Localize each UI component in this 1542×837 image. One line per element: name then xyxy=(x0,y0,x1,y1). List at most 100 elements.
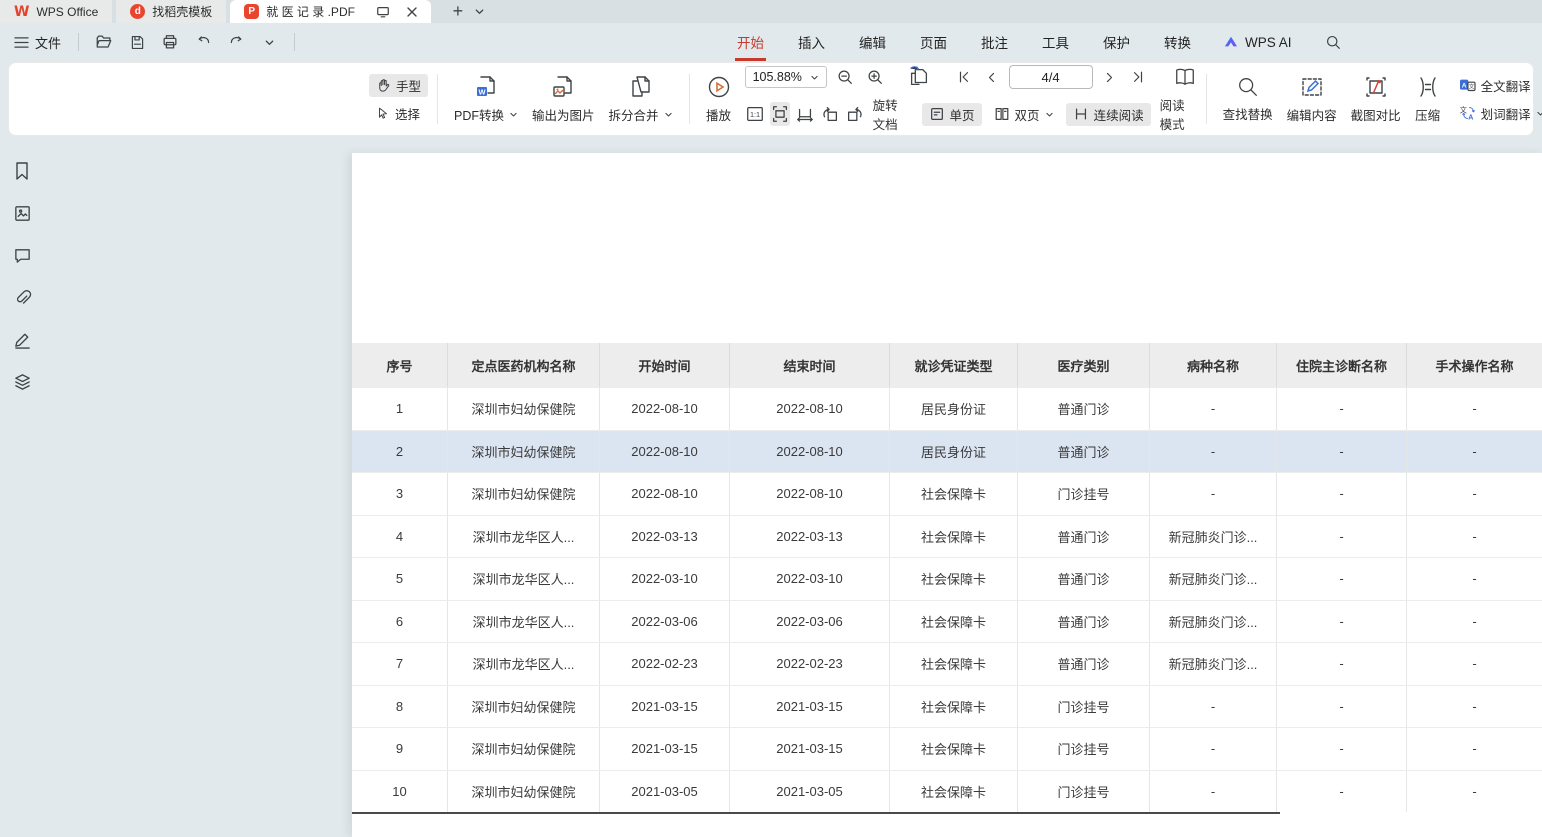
previous-page-button[interactable] xyxy=(981,66,1003,88)
signature-icon[interactable] xyxy=(11,328,33,350)
save-button[interactable] xyxy=(125,30,149,54)
zoom-out-button[interactable] xyxy=(833,65,857,89)
tab-wps-office[interactable]: W WPS Office xyxy=(0,0,112,23)
table-cell: 普通门诊 xyxy=(1018,516,1150,558)
table-cell: 4 xyxy=(352,516,448,558)
table-row: 4深圳市龙华区人...2022-03-132022-03-13社会保障卡普通门诊… xyxy=(352,515,1542,558)
zoom-in-button[interactable] xyxy=(863,65,887,89)
redo-button[interactable] xyxy=(224,30,248,54)
double-page-icon xyxy=(994,106,1010,122)
table-cell: 深圳市妇幼保健院 xyxy=(448,388,600,430)
table-cell: - xyxy=(1407,516,1542,558)
page-number-input[interactable] xyxy=(1009,65,1093,89)
open-folder-button[interactable] xyxy=(92,30,116,54)
cursor-icon xyxy=(376,106,390,120)
read-mode-button[interactable]: 阅读模式 xyxy=(1156,95,1197,133)
table-cell: - xyxy=(1407,771,1542,813)
table-cell: 深圳市龙华区人... xyxy=(448,643,600,685)
first-page-button[interactable] xyxy=(953,66,975,88)
quick-access-chevron-icon[interactable] xyxy=(257,30,281,54)
table-header-cell: 定点医药机构名称 xyxy=(448,343,600,387)
wps-ai-button[interactable]: WPS AI xyxy=(1223,35,1292,50)
single-page-icon xyxy=(929,106,945,122)
single-page-button[interactable]: 单页 xyxy=(922,103,982,126)
table-cell: 8 xyxy=(352,686,448,728)
find-replace-button[interactable]: 查找替换 xyxy=(1216,67,1280,131)
medical-records-table: 序号定点医药机构名称开始时间结束时间就诊凭证类型医疗类别病种名称住院主诊断名称手… xyxy=(352,343,1542,812)
screenshot-compare-button[interactable]: 截图对比 xyxy=(1344,67,1408,131)
file-menu-button[interactable]: 文件 xyxy=(10,30,65,55)
edit-content-button[interactable]: 编辑内容 xyxy=(1280,67,1344,131)
table-cell: - xyxy=(1407,388,1542,430)
rotate-document-icon[interactable] xyxy=(907,65,931,89)
tab-docer[interactable]: d 找稻壳模板 xyxy=(116,0,226,23)
menu-tab-protect[interactable]: 保护 xyxy=(1101,26,1132,58)
chevron-down-icon xyxy=(1536,109,1542,118)
pdf-convert-button[interactable]: W PDF转换 xyxy=(447,67,525,131)
hand-tool-button[interactable]: 手型 xyxy=(369,74,428,97)
new-tab-button[interactable]: + xyxy=(447,0,469,22)
actual-size-button[interactable]: 1:1 xyxy=(745,102,765,126)
table-cell: 2021-03-15 xyxy=(730,728,890,770)
menu-tab-comment[interactable]: 批注 xyxy=(979,26,1010,58)
table-cell: 深圳市龙华区人... xyxy=(448,558,600,600)
window-tab-bar: W WPS Office d 找稻壳模板 P 就 医 记 录 .PDF + xyxy=(0,0,1542,23)
comment-icon[interactable] xyxy=(11,244,33,266)
tab-document[interactable]: P 就 医 记 录 .PDF xyxy=(230,0,431,23)
menu-tab-page[interactable]: 页面 xyxy=(918,26,949,58)
select-tool-button[interactable]: 选择 xyxy=(369,102,428,125)
table-cell: - xyxy=(1277,601,1407,643)
tab-list-chevron-icon[interactable] xyxy=(469,0,491,22)
table-cell: - xyxy=(1277,388,1407,430)
hamburger-icon xyxy=(14,36,29,49)
undo-button[interactable] xyxy=(191,30,215,54)
menu-tab-edit[interactable]: 编辑 xyxy=(857,26,888,58)
table-cell: 9 xyxy=(352,728,448,770)
menu-tab-tools[interactable]: 工具 xyxy=(1040,26,1071,58)
rotate-right-button[interactable] xyxy=(845,102,865,126)
play-button[interactable]: 播放 xyxy=(699,67,739,131)
zoom-level-select[interactable]: 105.88% xyxy=(745,66,827,88)
rotate-document-button[interactable]: 旋转文档 xyxy=(870,95,909,133)
split-merge-button[interactable]: 拆分合并 xyxy=(602,67,680,131)
table-cell: 社会保障卡 xyxy=(890,771,1018,813)
fit-width-button[interactable] xyxy=(770,102,790,126)
search-icon[interactable] xyxy=(1322,30,1346,54)
read-mode-icon[interactable] xyxy=(1173,65,1197,89)
chevron-down-icon xyxy=(509,110,518,119)
table-row: 10深圳市妇幼保健院2021-03-052021-03-05社会保障卡门诊挂号-… xyxy=(352,770,1542,813)
close-tab-icon[interactable] xyxy=(401,1,423,23)
continuous-reading-icon xyxy=(1073,106,1089,122)
table-cell: 3 xyxy=(352,473,448,515)
table-cell: 普通门诊 xyxy=(1018,388,1150,430)
thumbnail-icon[interactable] xyxy=(11,202,33,224)
fit-page-button[interactable] xyxy=(795,102,815,126)
double-page-button[interactable]: 双页 xyxy=(987,103,1061,126)
table-cell: 普通门诊 xyxy=(1018,643,1150,685)
layers-icon[interactable] xyxy=(11,370,33,392)
next-page-button[interactable] xyxy=(1099,66,1121,88)
word-translate-button[interactable]: 文 A 划词翻译 xyxy=(1452,102,1542,125)
continuous-reading-button[interactable]: 连续阅读 xyxy=(1066,103,1151,126)
menu-tab-home[interactable]: 开始 xyxy=(735,26,766,58)
table-cell: 2022-08-10 xyxy=(730,388,890,430)
rotate-left-button[interactable] xyxy=(820,102,840,126)
menu-tab-insert[interactable]: 插入 xyxy=(796,26,827,58)
full-text-translate-button[interactable]: A 文 全文翻译 xyxy=(1452,74,1542,97)
table-cell: 社会保障卡 xyxy=(890,728,1018,770)
table-cell: 社会保障卡 xyxy=(890,643,1018,685)
print-button[interactable] xyxy=(158,30,182,54)
export-as-image-button[interactable]: 输出为图片 xyxy=(525,67,602,131)
menu-tab-convert[interactable]: 转换 xyxy=(1162,26,1193,58)
bookmark-icon[interactable] xyxy=(11,160,33,182)
table-cell: 深圳市妇幼保健院 xyxy=(448,473,600,515)
screenshot-compare-icon xyxy=(1363,74,1389,100)
table-row: 1深圳市妇幼保健院2022-08-102022-08-10居民身份证普通门诊--… xyxy=(352,387,1542,430)
table-cell: - xyxy=(1407,643,1542,685)
last-page-button[interactable] xyxy=(1127,66,1149,88)
compress-button[interactable]: 压缩 xyxy=(1408,67,1448,131)
table-cell: 2022-08-10 xyxy=(600,473,730,515)
present-to-screen-icon[interactable] xyxy=(372,1,394,23)
svg-text:A: A xyxy=(1461,82,1466,89)
attachment-icon[interactable] xyxy=(11,286,33,308)
